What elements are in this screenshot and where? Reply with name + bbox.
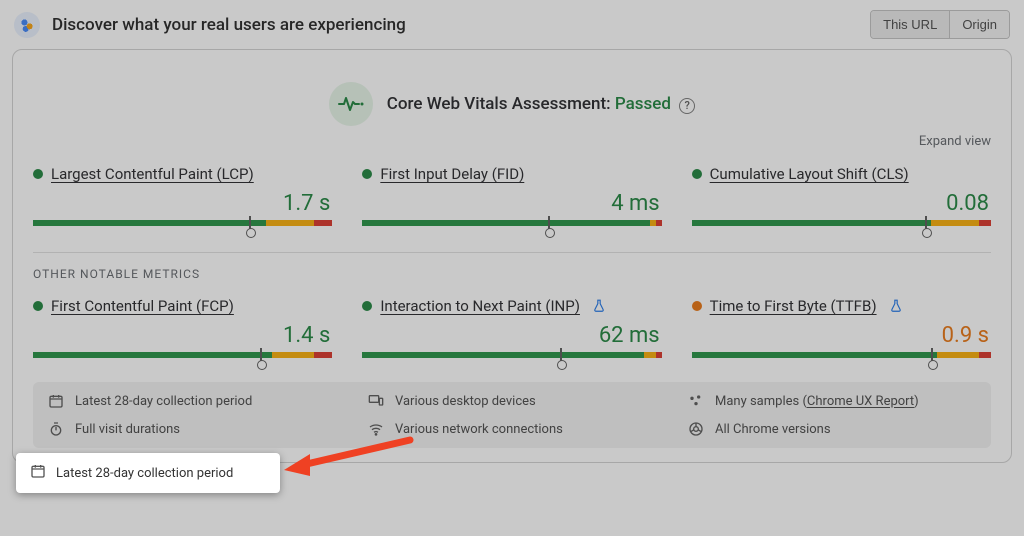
- footer-durations: Full visit durations: [47, 420, 337, 438]
- status-dot: [362, 169, 372, 179]
- calendar-icon: [47, 392, 65, 410]
- crux-link[interactable]: Chrome UX Report: [807, 394, 914, 409]
- footer-devices: Various desktop devices: [367, 392, 657, 410]
- chrome-icon: [687, 420, 705, 438]
- metric-name[interactable]: First Input Delay (FID): [380, 165, 524, 183]
- divider: [33, 252, 991, 253]
- header: Discover what your real users are experi…: [0, 0, 1024, 45]
- metric-value: 4 ms: [362, 191, 659, 216]
- status-dot: [33, 169, 43, 179]
- assessment-row: Core Web Vitals Assessment: Passed ?: [33, 82, 991, 126]
- status-dot: [692, 301, 702, 311]
- metric-value: 1.7 s: [33, 191, 330, 216]
- metric-value: 0.9 s: [692, 323, 989, 348]
- highlight-period: Latest 28-day collection period: [16, 453, 280, 493]
- status-dot: [362, 301, 372, 311]
- footer-samples-text: Many samples (Chrome UX Report): [715, 394, 919, 409]
- metric-fcp: First Contentful Paint (FCP) 1.4 s: [33, 297, 332, 360]
- metric-name[interactable]: Interaction to Next Paint (INP): [380, 297, 580, 315]
- flask-icon: [592, 299, 606, 313]
- samples-icon: [687, 392, 705, 410]
- footer-devices-text: Various desktop devices: [395, 394, 536, 409]
- footer-durations-text: Full visit durations: [75, 422, 180, 437]
- highlight-period-text: Latest 28-day collection period: [56, 466, 233, 481]
- metric-name[interactable]: Cumulative Layout Shift (CLS): [710, 165, 909, 183]
- assessment-label: Core Web Vitals Assessment:: [387, 94, 611, 114]
- metric-value: 1.4 s: [33, 323, 330, 348]
- metric-bar: [692, 220, 991, 228]
- scope-toggle: This URL Origin: [870, 10, 1010, 39]
- metric-name[interactable]: Time to First Byte (TTFB): [710, 297, 877, 315]
- status-dot: [692, 169, 702, 179]
- metric-lcp: Largest Contentful Paint (LCP) 1.7 s: [33, 165, 332, 228]
- metric-fid: First Input Delay (FID) 4 ms: [362, 165, 661, 228]
- other-metrics-row: First Contentful Paint (FCP) 1.4 s Inter…: [33, 297, 991, 360]
- metric-bar: [33, 220, 332, 228]
- metric-cls: Cumulative Layout Shift (CLS) 0.08: [692, 165, 991, 228]
- footer-period-text: Latest 28-day collection period: [75, 394, 252, 409]
- tab-origin[interactable]: Origin: [950, 11, 1009, 38]
- metric-inp: Interaction to Next Paint (INP) 62 ms: [362, 297, 661, 360]
- other-metrics-label: OTHER NOTABLE METRICS: [33, 267, 991, 281]
- assessment-text: Core Web Vitals Assessment: Passed ?: [387, 94, 695, 114]
- calendar-icon: [30, 463, 46, 483]
- stopwatch-icon: [47, 420, 65, 438]
- page-title: Discover what your real users are experi…: [52, 15, 406, 35]
- help-icon[interactable]: ?: [679, 98, 695, 114]
- devices-icon: [367, 392, 385, 410]
- wifi-icon: [367, 420, 385, 438]
- footer-network: Various network connections: [367, 420, 657, 438]
- metric-bar: [33, 352, 332, 360]
- metric-bar: [362, 352, 661, 360]
- assessment-status: Passed: [615, 94, 671, 114]
- metric-value: 0.08: [692, 191, 989, 216]
- flask-icon: [889, 299, 903, 313]
- metric-bar: [362, 220, 661, 228]
- lab-icon: [14, 12, 40, 38]
- status-dot: [33, 301, 43, 311]
- footer-network-text: Various network connections: [395, 422, 563, 437]
- metric-ttfb: Time to First Byte (TTFB) 0.9 s: [692, 297, 991, 360]
- metric-bar: [692, 352, 991, 360]
- pulse-icon: [329, 82, 373, 126]
- metric-name[interactable]: Largest Contentful Paint (LCP): [51, 165, 254, 183]
- field-data-panel: Core Web Vitals Assessment: Passed ? Exp…: [12, 49, 1012, 463]
- footer-samples: Many samples (Chrome UX Report): [687, 392, 977, 410]
- footer-versions: All Chrome versions: [687, 420, 977, 438]
- core-metrics-row: Largest Contentful Paint (LCP) 1.7 s Fir…: [33, 165, 991, 228]
- footer-period: Latest 28-day collection period: [47, 392, 337, 410]
- metric-name[interactable]: First Contentful Paint (FCP): [51, 297, 234, 315]
- expand-view-link[interactable]: Expand view: [33, 134, 991, 149]
- footer-versions-text: All Chrome versions: [715, 422, 831, 437]
- metric-value: 62 ms: [362, 323, 659, 348]
- footer-box: Latest 28-day collection period Various …: [33, 382, 991, 448]
- tab-this-url[interactable]: This URL: [871, 11, 950, 38]
